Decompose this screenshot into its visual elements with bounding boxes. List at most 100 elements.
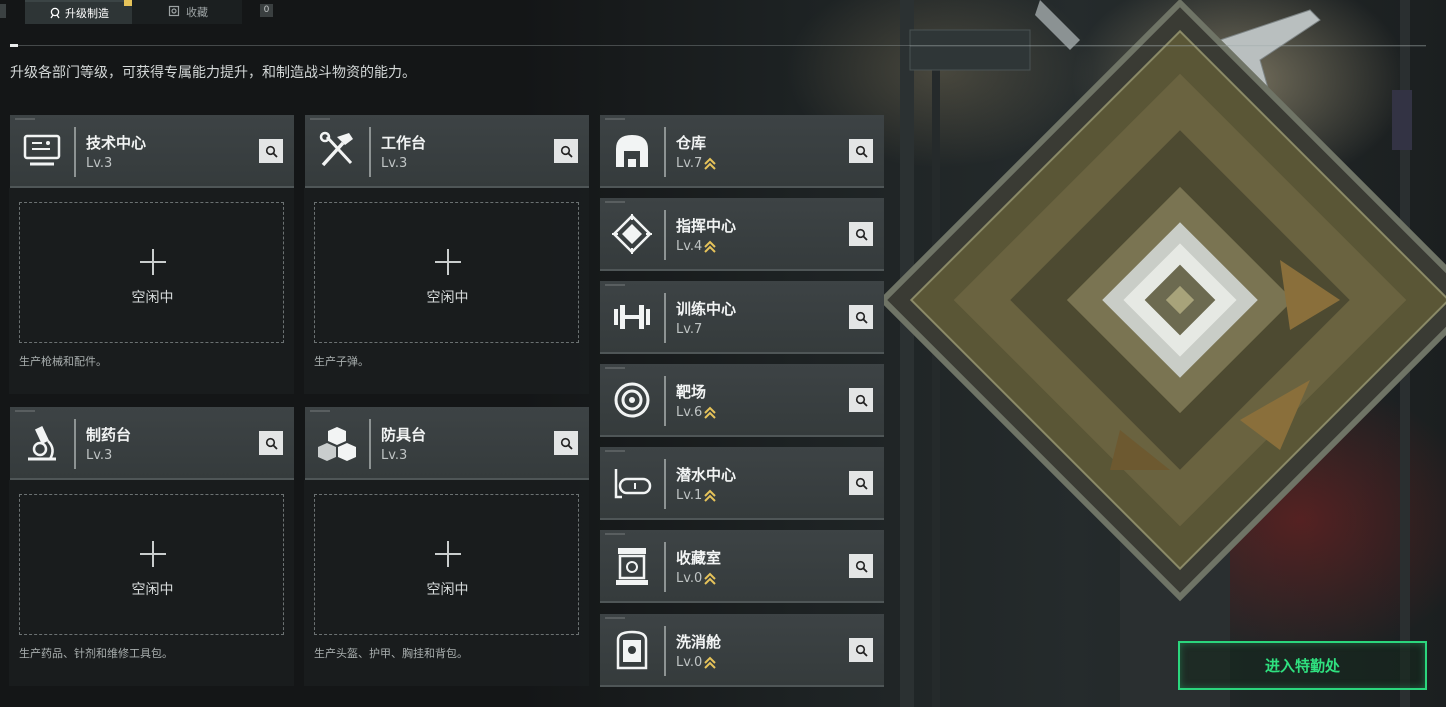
card-title: 潜水中心 [676, 466, 737, 484]
card-corner-mark [605, 201, 625, 203]
tab-upgrade-crafting[interactable]: 升级制造 [25, 0, 132, 24]
display-case-icon [616, 548, 648, 585]
inspect-button[interactable] [554, 431, 578, 455]
inspect-button[interactable] [849, 554, 873, 578]
card-corner-mark [15, 410, 35, 412]
card-title: 收藏室 [676, 549, 722, 567]
card-separator [74, 127, 76, 177]
search-icon [855, 228, 868, 241]
plus-icon [140, 249, 166, 275]
card-corner-mark [15, 118, 35, 120]
facility-card-decontamination[interactable]: 洗消舱 Lv.0 [600, 614, 884, 687]
level-text: Lv.0 [676, 655, 703, 670]
production-slot-workbench: 空闲中 生产子弹。 [304, 188, 589, 394]
card-level: Lv.3 [86, 156, 112, 171]
level-text: Lv.3 [381, 448, 408, 463]
inspect-button[interactable] [849, 305, 873, 329]
level-text: Lv.1 [676, 488, 703, 503]
inspect-button[interactable] [554, 139, 578, 163]
level-text: Lv.7 [676, 156, 703, 171]
card-title: 工作台 [381, 134, 427, 152]
facility-card-command-center[interactable]: 指挥中心 Lv.4 [600, 198, 884, 271]
card-level: Lv.6 [676, 405, 717, 420]
card-title: 训练中心 [676, 300, 737, 318]
inspect-button[interactable] [849, 471, 873, 495]
add-production-button[interactable]: 空闲中 [314, 494, 579, 635]
card-level: Lv.0 [676, 571, 717, 586]
card-title: 靶场 [676, 383, 707, 401]
card-level: Lv.3 [86, 448, 112, 463]
card-corner-mark [605, 367, 625, 369]
card-separator [664, 127, 666, 177]
slot-description: 生产子弹。 [314, 355, 369, 368]
inspect-button[interactable] [259, 431, 283, 455]
card-separator [664, 376, 666, 426]
card-corner-mark [605, 118, 625, 120]
level-text: Lv.6 [676, 405, 703, 420]
card-level: Lv.7 [676, 156, 717, 171]
production-slot-armor: 空闲中 生产头盔、护甲、胸挂和背包。 [304, 480, 589, 686]
plus-icon [140, 541, 166, 567]
card-separator [664, 542, 666, 592]
facility-card-collection-room[interactable]: 收藏室 Lv.0 [600, 530, 884, 603]
level-text: Lv.7 [676, 322, 703, 337]
inspect-button[interactable] [259, 139, 283, 163]
card-title: 技术中心 [86, 134, 147, 152]
header-divider-mark [10, 44, 18, 47]
upgrade-available-icon [704, 572, 717, 585]
inspect-button[interactable] [849, 139, 873, 163]
tab-label: 升级制造 [65, 7, 109, 20]
workshop-card-tech-center[interactable]: 技术中心 Lv.3 [10, 115, 294, 188]
card-title: 防具台 [381, 426, 427, 444]
level-text: Lv.3 [86, 156, 113, 171]
level-text: Lv.3 [86, 448, 113, 463]
facility-card-training-center[interactable]: 训练中心 Lv.7 [600, 281, 884, 354]
production-slot-tech-center: 空闲中 生产枪械和配件。 [9, 188, 294, 394]
upgrade-available-icon [704, 489, 717, 502]
card-title: 仓库 [676, 134, 707, 152]
search-icon [855, 311, 868, 324]
tab-notification-badge [124, 0, 132, 6]
card-separator [369, 127, 371, 177]
tab-collection[interactable]: 收藏 [132, 0, 242, 24]
add-production-button[interactable]: 空闲中 [19, 494, 284, 635]
slot-status: 空闲中 [131, 582, 174, 598]
upgrade-available-icon [704, 157, 717, 170]
level-text: Lv.3 [381, 156, 408, 171]
workshop-card-pharmacy[interactable]: 制药台 Lv.3 [10, 407, 294, 480]
dumbbell-icon [614, 305, 650, 329]
search-icon [265, 437, 278, 450]
card-title: 洗消舱 [676, 633, 722, 651]
inspect-button[interactable] [849, 222, 873, 246]
card-separator [74, 419, 76, 469]
workshop-card-armor[interactable]: 防具台 Lv.3 [305, 407, 589, 480]
search-icon [855, 644, 868, 657]
card-corner-mark [605, 284, 625, 286]
card-corner-mark [310, 118, 330, 120]
inspect-button[interactable] [849, 388, 873, 412]
microscope-icon [28, 426, 56, 461]
card-level: Lv.7 [676, 322, 702, 337]
facility-card-shooting-range[interactable]: 靶场 Lv.6 [600, 364, 884, 437]
facility-card-diving-center[interactable]: 潜水中心 Lv.1 [600, 447, 884, 520]
header-divider [10, 45, 1426, 46]
add-production-button[interactable]: 空闲中 [19, 202, 284, 343]
enter-special-ops-button[interactable]: 进入特勤处 [1178, 641, 1427, 690]
card-level: Lv.1 [676, 488, 717, 503]
slot-status: 空闲中 [426, 582, 469, 598]
inspect-button[interactable] [849, 638, 873, 662]
card-separator [664, 210, 666, 260]
plus-icon [435, 249, 461, 275]
search-icon [560, 437, 573, 450]
plus-icon [435, 541, 461, 567]
card-corner-mark [605, 533, 625, 535]
search-icon [560, 145, 573, 158]
card-corner-mark [605, 617, 625, 619]
slot-description: 生产头盔、护甲、胸挂和背包。 [314, 647, 468, 660]
search-icon [855, 560, 868, 573]
card-level: Lv.0 [676, 655, 717, 670]
workshop-card-workbench[interactable]: 工作台 Lv.3 [305, 115, 589, 188]
facility-card-warehouse[interactable]: 仓库 Lv.7 [600, 115, 884, 188]
target-icon [614, 382, 650, 418]
add-production-button[interactable]: 空闲中 [314, 202, 579, 343]
